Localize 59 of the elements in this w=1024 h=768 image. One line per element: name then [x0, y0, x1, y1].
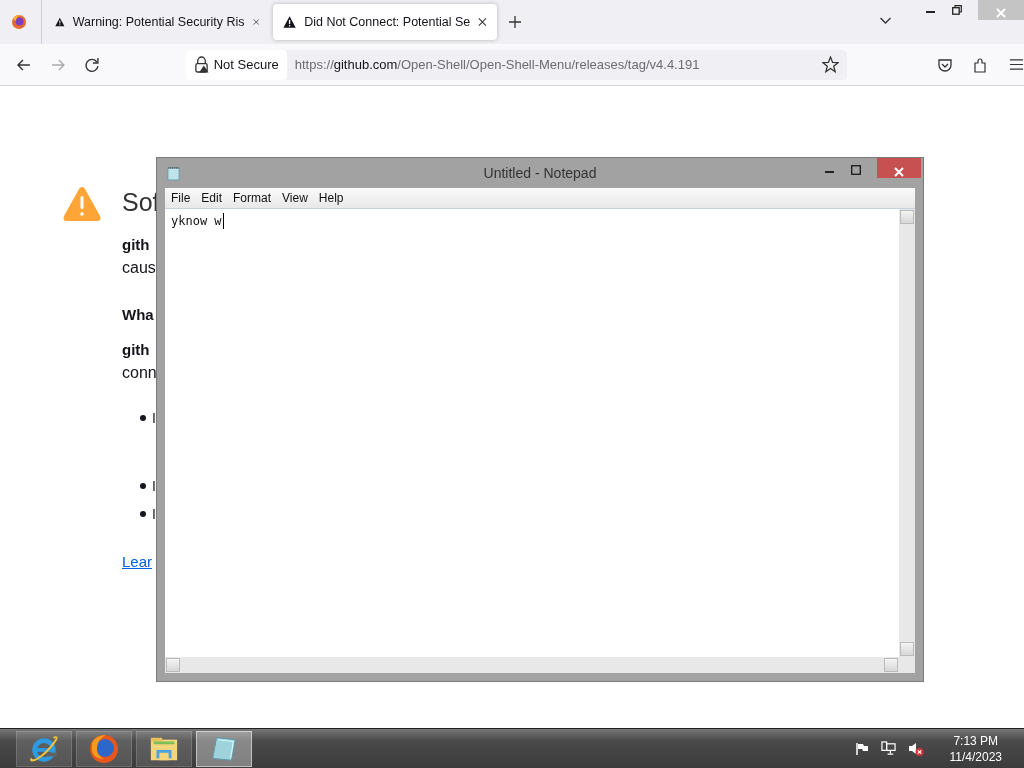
reload-icon[interactable] [83, 56, 100, 73]
clock-time: 7:13 PM [953, 732, 999, 749]
section-heading: Wha [122, 305, 155, 325]
firefox-icon[interactable] [11, 14, 27, 30]
firefox-icon [88, 732, 120, 765]
browser-tab[interactable]: Warning: Potential Security Ris [45, 4, 269, 40]
paragraph-text: caus [122, 258, 157, 278]
list-item-text: I [152, 477, 156, 496]
address-bar[interactable]: Not Secure https://github.com/Open-Shell/Open-Shell-Menu/releases/tag/v4.4.191 [185, 49, 847, 80]
close-icon[interactable] [478, 17, 487, 27]
extensions-icon[interactable] [973, 56, 989, 73]
taskbar-app[interactable] [76, 730, 132, 767]
paragraph-text: gith [122, 340, 151, 360]
bullet-icon [140, 483, 146, 489]
close-icon[interactable] [252, 17, 259, 27]
speaker-muted-icon[interactable] [907, 740, 924, 757]
warning-icon [55, 15, 65, 29]
pocket-icon[interactable] [937, 56, 953, 73]
restore-icon[interactable] [952, 5, 962, 15]
close-button[interactable] [877, 158, 921, 178]
network-icon[interactable] [880, 741, 896, 756]
plus-icon[interactable] [509, 16, 521, 28]
bullet-icon [140, 415, 146, 421]
learn-more-link[interactable]: Lear [122, 550, 160, 573]
list-item-text: I [152, 409, 156, 428]
window-title: Untitled - Notepad [483, 165, 597, 181]
list-item-text: I [152, 505, 156, 524]
lock-warning-icon [193, 56, 209, 73]
menu-item[interactable]: Edit [197, 191, 227, 205]
menu-item[interactable]: View [278, 191, 312, 205]
flag-icon[interactable] [854, 741, 869, 756]
security-indicator[interactable]: Not Secure [185, 49, 287, 80]
notepad-icon [167, 165, 180, 181]
paragraph-text: conn [122, 363, 158, 383]
maximize-icon[interactable] [851, 165, 861, 175]
menu-item[interactable]: Format [229, 191, 276, 205]
close-icon [996, 7, 1006, 18]
star-icon[interactable] [822, 56, 839, 73]
url-text: https://github.com/Open-Shell/Open-Shell-Menu/releases/tag/v4.4.191 [294, 57, 700, 72]
security-label: Not Secure [213, 57, 279, 72]
text-cursor [222, 213, 224, 229]
menu-item[interactable]: Help [314, 191, 348, 205]
editor-text: yknow w [171, 214, 222, 228]
taskbar-app[interactable] [16, 730, 72, 767]
clock-date: 11/4/2023 [949, 748, 1002, 765]
menu-item[interactable]: File [167, 191, 195, 205]
close-icon [894, 166, 904, 177]
clock[interactable]: 7:13 PM 11/4/2023 [949, 732, 1002, 765]
browser-tab[interactable]: Did Not Connect: Potential Se [273, 4, 497, 40]
taskbar-app[interactable] [136, 730, 192, 767]
warning-icon [283, 15, 297, 29]
menu-icon[interactable] [1009, 56, 1024, 72]
browser-e-icon [29, 733, 59, 764]
chevron-down-icon[interactable] [879, 17, 892, 25]
taskbar-app[interactable] [196, 730, 252, 767]
bullet-icon [140, 511, 146, 517]
warning-icon [62, 185, 102, 223]
scrollbar-corner [899, 657, 915, 673]
paragraph-text: gith [122, 235, 151, 255]
